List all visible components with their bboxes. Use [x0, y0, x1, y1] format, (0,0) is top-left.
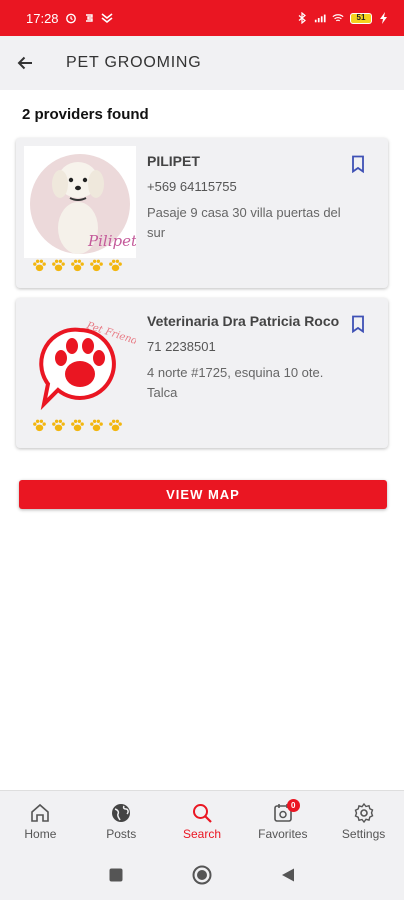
status-time: 17:28 [26, 10, 59, 26]
nav-favorites[interactable]: 0 Favorites [242, 791, 323, 850]
paw-icon [52, 259, 65, 272]
paw-icon [52, 419, 65, 432]
rating-paws [32, 258, 123, 273]
notification-icon [101, 13, 113, 24]
globe-icon [112, 804, 131, 822]
nav-home[interactable]: Home [0, 791, 81, 850]
wifi-icon [332, 14, 344, 22]
bookmark-icon [352, 155, 364, 173]
provider-phone[interactable]: 71 2238501 [147, 339, 344, 354]
bookmark-button[interactable] [348, 314, 368, 334]
status-bar: 17:28 51 [0, 0, 404, 36]
charging-icon [380, 12, 387, 24]
nav-favorites-label: Favorites [258, 827, 308, 841]
provider-name: Veterinaria Dra Patricia Roco [147, 313, 340, 329]
gear-icon [354, 802, 373, 824]
nav-settings-label: Settings [341, 827, 386, 841]
nav-settings[interactable]: Settings [323, 791, 404, 850]
provider-address: Pasaje 9 casa 30 villa puertas del sur [147, 205, 341, 240]
nav-search-label: Search [182, 827, 221, 841]
nav-search[interactable]: Search [162, 791, 243, 850]
home-icon [31, 803, 50, 822]
paw-icon [90, 419, 103, 432]
pilipet-logo-text: Pilipet [87, 232, 136, 250]
square-icon [109, 868, 123, 882]
paw-icon [90, 259, 103, 272]
rating-paws [32, 418, 123, 433]
arrow-left-icon [17, 56, 32, 70]
paw-icon [33, 259, 46, 272]
signal-icon [314, 14, 326, 23]
page-title: PET GROOMING [66, 54, 202, 71]
nav-posts-label: Posts [106, 827, 137, 841]
provider-info: PILIPET +569 64115755 Pasaje 9 casa 30 v… [147, 152, 344, 243]
circle-icon [192, 865, 212, 885]
provider-logo: Pilipet [24, 146, 138, 258]
paw-icon [33, 419, 46, 432]
triangle-back-icon [282, 868, 294, 882]
provider-phone[interactable]: +569 64115755 [147, 179, 344, 194]
bottom-navigation: Home Posts Search 0 Favorites Settings [0, 790, 404, 850]
results-count: 2 providers found [22, 106, 149, 123]
provider-card[interactable]: Pet Friendly Veterinaria Dra Patricia Ro… [16, 298, 388, 448]
alarm-icon [65, 13, 76, 24]
system-navigation-bar [0, 850, 404, 900]
battery-indicator: 51 [350, 12, 372, 24]
app-bar: PET GROOMING [0, 36, 404, 90]
provider-card[interactable]: Pilipet PILIPET +569 64115755 Pasaje 9 c… [16, 138, 388, 288]
provider-logo: Pet Friendly [24, 306, 148, 418]
recents-button[interactable] [106, 865, 126, 885]
bookmark-icon [352, 315, 364, 333]
paw-icon [71, 419, 84, 432]
home-system-button[interactable] [192, 865, 212, 885]
provider-info: Veterinaria Dra Patricia Roco 71 2238501… [147, 312, 344, 403]
sync-icon [85, 14, 93, 22]
paw-icon [71, 259, 84, 272]
bluetooth-icon [298, 12, 306, 24]
provider-name: PILIPET [147, 153, 200, 169]
back-system-button[interactable] [278, 865, 298, 885]
paw-icon [109, 259, 122, 272]
nav-posts[interactable]: Posts [81, 791, 162, 850]
view-map-button[interactable]: VIEW MAP [19, 480, 387, 509]
search-icon [192, 804, 212, 823]
provider-address: 4 norte #1725, esquina 10 ote. Talca [147, 365, 324, 400]
back-button[interactable] [0, 36, 50, 90]
favorites-badge: 0 [286, 799, 300, 812]
nav-home-label: Home [24, 827, 57, 841]
paw-icon [109, 419, 122, 432]
bookmark-button[interactable] [348, 154, 368, 174]
